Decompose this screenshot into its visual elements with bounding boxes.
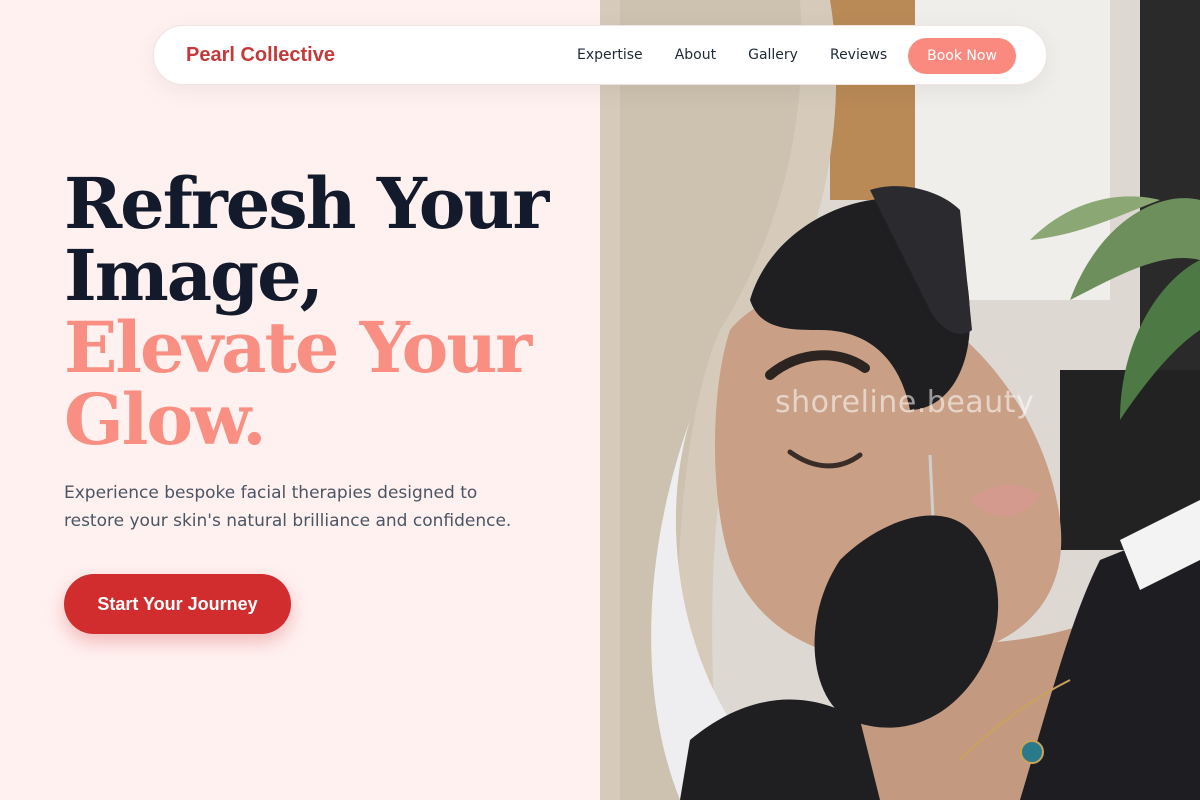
nav-link-expertise[interactable]: Expertise <box>577 47 643 63</box>
brand-logo-text[interactable]: Pearl Collective <box>186 44 335 67</box>
headline-line-1: Refresh Your <box>64 162 549 245</box>
start-journey-button[interactable]: Start Your Journey <box>64 574 291 634</box>
image-watermark: shoreline.beauty <box>775 385 1035 420</box>
headline-line-4: Glow. <box>64 378 267 461</box>
nav-link-about[interactable]: About <box>675 47 716 63</box>
nav-link-gallery[interactable]: Gallery <box>748 47 798 63</box>
nav-link-reviews[interactable]: Reviews <box>830 47 887 63</box>
nav-links: Expertise About Gallery Reviews <box>577 47 887 63</box>
headline-line-3: Elevate Your <box>64 306 532 389</box>
navbar: Pearl Collective Expertise About Gallery… <box>153 25 1047 85</box>
hero-photo: shoreline.beauty <box>600 0 1200 800</box>
headline-line-2: Image, <box>64 234 324 317</box>
book-now-button[interactable]: Book Now <box>908 38 1016 74</box>
hero-subtitle: Experience bespoke facial therapies desi… <box>64 483 512 531</box>
hero-headline: Refresh Your Image, Elevate Your Glow. <box>64 162 549 461</box>
